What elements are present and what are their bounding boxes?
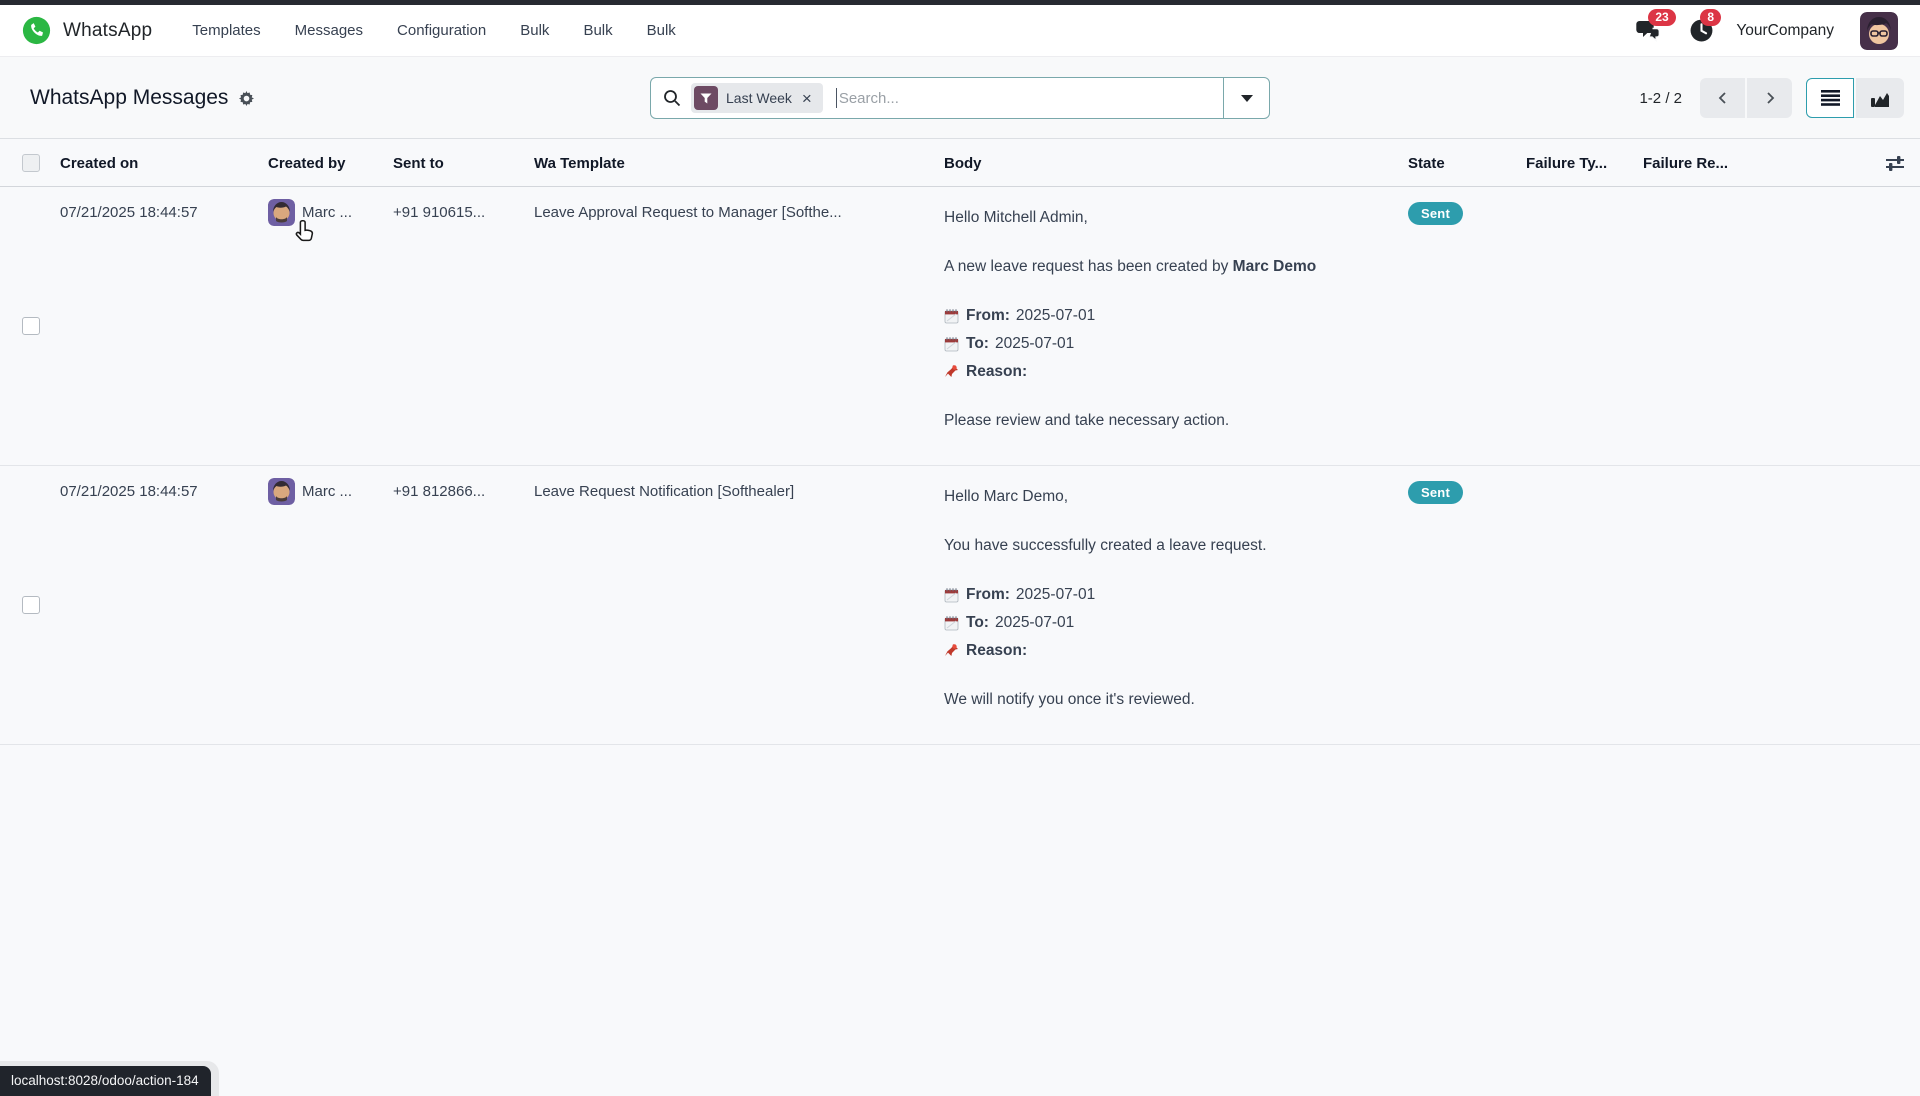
list-view-icon <box>1821 90 1840 106</box>
pushpin-icon <box>944 643 959 659</box>
app-menu-button[interactable]: WhatsApp <box>22 16 152 45</box>
body-line: You have successfully created a leave re… <box>944 532 1408 560</box>
messages-tray-button[interactable]: 23 <box>1636 18 1662 44</box>
activities-count-badge: 8 <box>1700 9 1721 26</box>
column-created-by[interactable]: Created by <box>268 155 393 172</box>
created-by-name: Marc ... <box>302 204 352 221</box>
body-reason-line: Reason: <box>944 358 1408 386</box>
body-to-line: To: 2025-07-01 <box>944 330 1408 358</box>
whatsapp-logo-icon <box>22 16 51 45</box>
link-preview-url: localhost:8028/odoo/action-184 <box>0 1066 211 1096</box>
body-closing: Please review and take necessary action. <box>944 407 1408 435</box>
remove-filter-icon[interactable]: × <box>800 90 814 107</box>
calendar-icon <box>944 587 959 603</box>
select-all-checkbox[interactable] <box>22 154 40 172</box>
user-avatar <box>268 199 295 226</box>
graph-view-button[interactable] <box>1856 78 1904 118</box>
chevron-left-icon <box>1715 90 1731 106</box>
control-panel: WhatsApp Messages Last Week × <box>0 57 1920 139</box>
search-icon <box>663 89 681 107</box>
menu-templates[interactable]: Templates <box>190 16 262 45</box>
body-reason-line: Reason: <box>944 637 1408 665</box>
cell-state: Sent <box>1408 187 1526 225</box>
cell-failure-reason <box>1643 466 1790 483</box>
cell-body: Hello Marc Demo, You have successfully c… <box>944 466 1408 735</box>
column-failure-reason[interactable]: Failure Re... <box>1643 155 1790 172</box>
cell-failure-reason <box>1643 187 1790 204</box>
link-preview-container: localhost:8028/odoo/action-184 <box>0 1061 219 1096</box>
graph-view-icon <box>1870 90 1890 107</box>
column-state[interactable]: State <box>1408 155 1526 172</box>
body-from-line: From: 2025-07-01 <box>944 581 1408 609</box>
filter-facet-last-week[interactable]: Last Week × <box>691 83 823 113</box>
column-failure-type[interactable]: Failure Ty... <box>1526 155 1643 172</box>
cell-created-by[interactable]: Marc ... <box>268 187 393 226</box>
gear-icon[interactable] <box>239 91 254 106</box>
cell-sent-to: +91 910615... <box>393 187 534 221</box>
column-wa-template[interactable]: Wa Template <box>534 155 944 172</box>
top-navbar: WhatsApp Templates Messages Configuratio… <box>0 5 1920 57</box>
view-switcher <box>1806 78 1904 118</box>
chevron-down-icon <box>1241 95 1253 102</box>
main-menu: Templates Messages Configuration Bulk Bu… <box>190 16 678 45</box>
pager-range: 1-2 / 2 <box>1639 90 1682 107</box>
cell-wa-template: Leave Request Notification [Softhealer] <box>534 466 944 500</box>
body-to-line: To: 2025-07-01 <box>944 609 1408 637</box>
cell-wa-template: Leave Approval Request to Manager [Softh… <box>534 187 944 221</box>
list-header-row: Created on Created by Sent to Wa Templat… <box>0 140 1920 187</box>
search-input[interactable] <box>837 78 1223 118</box>
navbar-systray: 23 8 YourCompany <box>1636 12 1898 50</box>
status-badge: Sent <box>1408 481 1463 504</box>
menu-configuration[interactable]: Configuration <box>395 16 488 45</box>
messages-count-badge: 23 <box>1648 9 1675 26</box>
cell-body: Hello Mitchell Admin, A new leave reques… <box>944 187 1408 456</box>
search-bar: Last Week × <box>650 77 1270 119</box>
body-greeting: Hello Marc Demo, <box>944 483 1408 511</box>
user-avatar <box>268 478 295 505</box>
status-badge: Sent <box>1408 202 1463 225</box>
row-checkbox[interactable] <box>22 596 40 614</box>
filter-funnel-icon <box>694 86 718 110</box>
filter-facet-label: Last Week <box>726 90 792 106</box>
body-closing: We will notify you once it's reviewed. <box>944 686 1408 714</box>
menu-bulk-1[interactable]: Bulk <box>518 16 551 45</box>
cell-failure-type <box>1526 466 1643 483</box>
row-checkbox[interactable] <box>22 317 40 335</box>
chevron-right-icon <box>1762 90 1778 106</box>
column-settings-icon[interactable] <box>1790 155 1920 172</box>
calendar-icon <box>944 615 959 631</box>
pager-previous-button[interactable] <box>1700 78 1745 118</box>
search-options-toggle[interactable] <box>1223 78 1269 118</box>
table-row[interactable]: 07/21/2025 18:44:57 Marc ... +91 910615.… <box>0 187 1920 466</box>
column-created-on[interactable]: Created on <box>60 155 268 172</box>
menu-bulk-2[interactable]: Bulk <box>581 16 614 45</box>
page-title: WhatsApp Messages <box>30 86 228 110</box>
messages-list: Created on Created by Sent to Wa Templat… <box>0 140 1920 745</box>
cell-state: Sent <box>1408 466 1526 504</box>
body-greeting: Hello Mitchell Admin, <box>944 204 1408 232</box>
created-by-name: Marc ... <box>302 483 352 500</box>
cell-created-on: 07/21/2025 18:44:57 <box>60 466 268 500</box>
cell-sent-to: +91 812866... <box>393 466 534 500</box>
calendar-icon <box>944 336 959 352</box>
user-menu-avatar[interactable] <box>1860 12 1898 50</box>
cell-failure-type <box>1526 187 1643 204</box>
pushpin-icon <box>944 364 959 380</box>
company-switcher[interactable]: YourCompany <box>1736 22 1834 40</box>
menu-bulk-3[interactable]: Bulk <box>645 16 678 45</box>
pager-next-button[interactable] <box>1747 78 1792 118</box>
pager-buttons <box>1700 78 1792 118</box>
table-row[interactable]: 07/21/2025 18:44:57 Marc ... +91 812866.… <box>0 466 1920 745</box>
cell-created-by[interactable]: Marc ... <box>268 466 393 505</box>
calendar-icon <box>944 308 959 324</box>
cell-created-on: 07/21/2025 18:44:57 <box>60 187 268 221</box>
app-title: WhatsApp <box>63 20 152 42</box>
body-from-line: From: 2025-07-01 <box>944 302 1408 330</box>
list-view-button[interactable] <box>1806 78 1854 118</box>
body-line: A new leave request has been created by … <box>944 253 1408 281</box>
column-sent-to[interactable]: Sent to <box>393 155 534 172</box>
activities-tray-button[interactable]: 8 <box>1688 18 1714 44</box>
column-body[interactable]: Body <box>944 155 1408 172</box>
menu-messages[interactable]: Messages <box>293 16 365 45</box>
